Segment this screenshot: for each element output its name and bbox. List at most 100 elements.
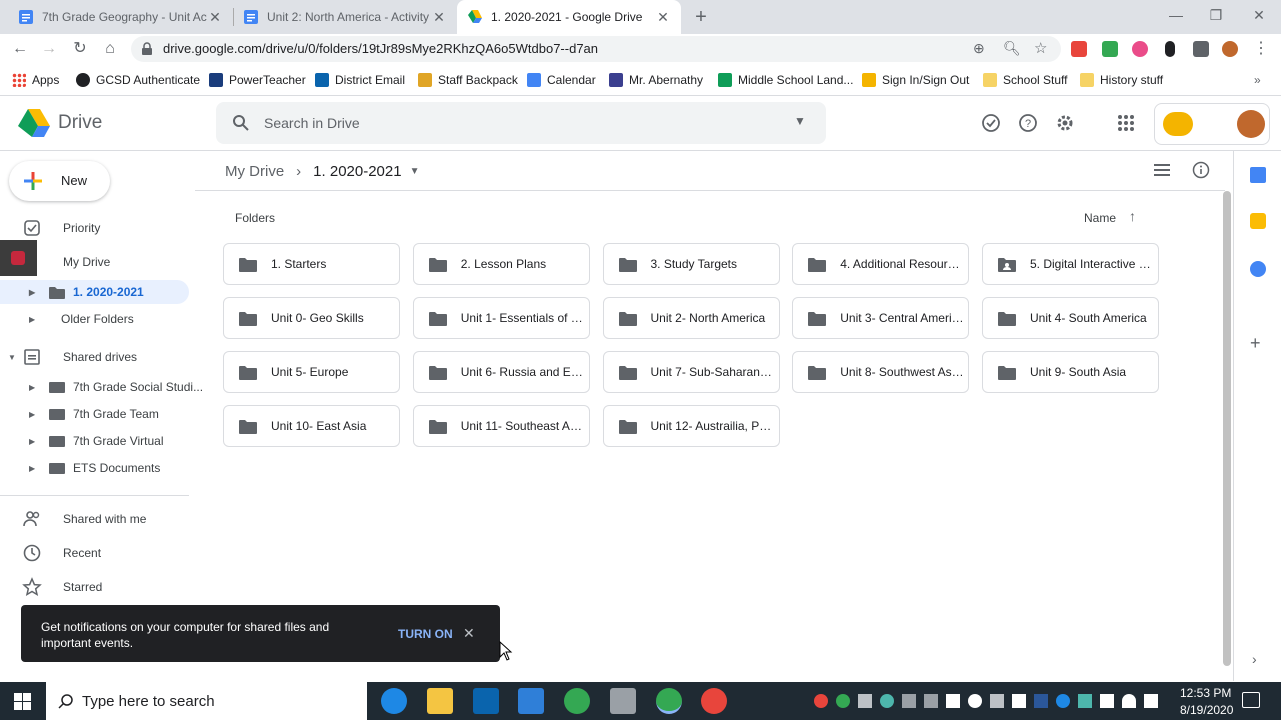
tree-item-shared-4[interactable]: ▶ ETS Documents	[29, 456, 160, 480]
list-view-icon[interactable]	[1153, 162, 1171, 178]
file-explorer-icon[interactable]	[427, 688, 453, 714]
zoom-icon[interactable]: 🔍︎	[1003, 40, 1021, 57]
sort-direction-arrow-icon[interactable]: ↑	[1129, 208, 1136, 224]
extension-megaphone-icon[interactable]	[1071, 41, 1087, 57]
tray-icon[interactable]	[1078, 694, 1092, 708]
forward-icon[interactable]: →	[37, 37, 61, 61]
bookmark-mr-abernathy[interactable]: Mr. Abernathy	[609, 71, 703, 89]
new-button[interactable]: New	[9, 161, 110, 201]
chrome-active-icon[interactable]	[656, 688, 682, 714]
folder-card[interactable]: Unit 6- Russia and Eur...	[412, 351, 590, 393]
folder-card[interactable]: Unit 4- South America	[982, 297, 1159, 339]
apps-grid-icon[interactable]	[1115, 112, 1137, 134]
folder-card[interactable]: 3. Study Targets	[602, 243, 780, 285]
turn-on-button[interactable]: TURN ON	[398, 627, 453, 641]
folder-card[interactable]: 2. Lesson Plans	[412, 243, 590, 285]
tasks-icon[interactable]	[1250, 261, 1266, 277]
bluetooth-icon[interactable]	[1056, 694, 1070, 708]
expand-arrow-icon[interactable]: ▶	[29, 464, 39, 473]
tray-icon[interactable]	[902, 694, 916, 708]
tray-icon[interactable]	[968, 694, 982, 708]
tray-icon[interactable]	[990, 694, 1004, 708]
folder-card[interactable]: Unit 7- Sub-Saharan A...	[602, 351, 780, 393]
folder-card[interactable]: Unit 1- Essentials of G...	[412, 297, 590, 339]
edge-icon[interactable]	[381, 688, 407, 714]
volume-icon[interactable]	[1144, 694, 1158, 708]
tree-item-shared-3[interactable]: ▶ 7th Grade Virtual	[29, 429, 164, 453]
tree-item-older-folders[interactable]: ▶ Older Folders	[29, 307, 134, 331]
folder-card[interactable]: Unit 12- Austrailia, Pa...	[602, 405, 780, 447]
extensions-puzzle-icon[interactable]	[1193, 41, 1209, 57]
home-icon[interactable]: ⌂	[98, 37, 122, 61]
breadcrumb-my-drive[interactable]: My Drive	[225, 163, 284, 180]
folder-card[interactable]: Unit 5- Europe	[223, 351, 400, 393]
chrome-menu-icon[interactable]: ⋮	[1249, 37, 1273, 61]
restore-icon[interactable]: ❐	[1193, 0, 1239, 30]
tree-item-2020-2021[interactable]: ▶ 1. 2020-2021	[29, 280, 144, 304]
microphone-icon[interactable]	[1165, 41, 1175, 57]
calendar-icon[interactable]	[1250, 167, 1266, 183]
close-tab-icon[interactable]: ✕	[655, 9, 671, 26]
info-icon[interactable]	[1192, 161, 1210, 179]
reload-icon[interactable]: ↻	[68, 37, 92, 61]
back-icon[interactable]: ←	[8, 37, 32, 61]
avatar[interactable]	[1237, 110, 1265, 138]
sort-by-name[interactable]: Name	[1084, 211, 1116, 225]
sidebar-item-my-drive[interactable]: My Drive	[0, 240, 190, 276]
bookmark-staff-backpack[interactable]: Staff Backpack	[418, 71, 518, 89]
sidebar-item-shared-drives[interactable]: ▼ Shared drives	[0, 343, 190, 371]
tray-icon[interactable]	[814, 694, 828, 708]
close-tab-icon[interactable]: ✕	[207, 9, 223, 26]
tray-icon[interactable]	[836, 694, 850, 708]
windows-start-icon[interactable]	[14, 693, 31, 710]
sidebar-item-priority[interactable]: Priority	[0, 214, 190, 242]
tree-item-shared-2[interactable]: ▶ 7th Grade Team	[29, 402, 159, 426]
expand-panel-icon[interactable]: ›	[1252, 651, 1257, 667]
clock-time[interactable]: 12:53 PM	[1180, 686, 1231, 700]
gear-icon[interactable]	[1054, 112, 1076, 134]
sidebar-item-recent[interactable]: Recent	[0, 539, 190, 567]
close-window-icon[interactable]: ✕	[1236, 0, 1281, 30]
folder-card[interactable]: Unit 9- South Asia	[982, 351, 1159, 393]
folder-card[interactable]: Unit 2- North America	[602, 297, 780, 339]
folder-card[interactable]: 4. Additional Resources	[792, 243, 970, 285]
bookmark-history-stuff[interactable]: History stuff	[1080, 71, 1163, 89]
battery-icon[interactable]	[1100, 694, 1114, 708]
bookmark-apps[interactable]: Apps	[12, 71, 59, 89]
sidebar-item-shared-with-me[interactable]: Shared with me	[0, 505, 190, 533]
add-addon-icon[interactable]: +	[1250, 333, 1261, 354]
browser-tab-3[interactable]: 1. 2020-2021 - Google Drive ✕	[457, 0, 681, 34]
sidebar-item-starred[interactable]: Starred	[0, 573, 190, 601]
folder-card[interactable]: Unit 10- East Asia	[223, 405, 400, 447]
tray-icon[interactable]	[880, 694, 894, 708]
bookmark-district-email[interactable]: District Email	[315, 71, 405, 89]
notifications-icon[interactable]	[1242, 692, 1260, 708]
drive-logo-icon[interactable]	[17, 108, 51, 138]
keep-icon[interactable]	[1250, 213, 1266, 229]
folder-card[interactable]: Unit 11- Southeast Asia	[412, 405, 590, 447]
tray-icon[interactable]	[858, 694, 872, 708]
taskbar-search-input[interactable]: Type here to search	[46, 682, 367, 720]
tree-item-shared-1[interactable]: ▶ 7th Grade Social Studi...	[29, 375, 203, 399]
tray-icon[interactable]	[924, 694, 938, 708]
breadcrumb-current[interactable]: 1. 2020-2021	[313, 163, 401, 180]
bookmark-star-icon[interactable]: ☆	[1034, 39, 1047, 57]
help-icon[interactable]: ?	[1017, 112, 1039, 134]
extension-green-icon[interactable]	[1102, 41, 1118, 57]
mail-icon[interactable]	[518, 688, 544, 714]
bookmark-calendar[interactable]: Calendar	[527, 71, 596, 89]
browser-tab-2[interactable]: Unit 2: North America - Activity # ✕	[233, 0, 457, 34]
bookmark-gcsd[interactable]: GCSD Authenticate	[76, 71, 200, 89]
bookmarks-overflow-icon[interactable]: »	[1254, 71, 1261, 89]
search-input[interactable]: Search in Drive ▼	[216, 102, 826, 144]
search-options-icon[interactable]: ▼	[794, 114, 806, 128]
bookmark-school-stuff[interactable]: School Stuff	[983, 71, 1068, 89]
store-icon[interactable]	[473, 688, 499, 714]
close-tab-icon[interactable]: ✕	[431, 9, 447, 26]
tray-icon[interactable]	[1012, 694, 1026, 708]
clock-date[interactable]: 8/19/2020	[1180, 703, 1233, 717]
screen-recorder-widget[interactable]	[0, 240, 37, 276]
offline-check-icon[interactable]	[980, 112, 1002, 134]
word-icon[interactable]	[1034, 694, 1048, 708]
expand-arrow-icon[interactable]: ▶	[29, 383, 39, 392]
